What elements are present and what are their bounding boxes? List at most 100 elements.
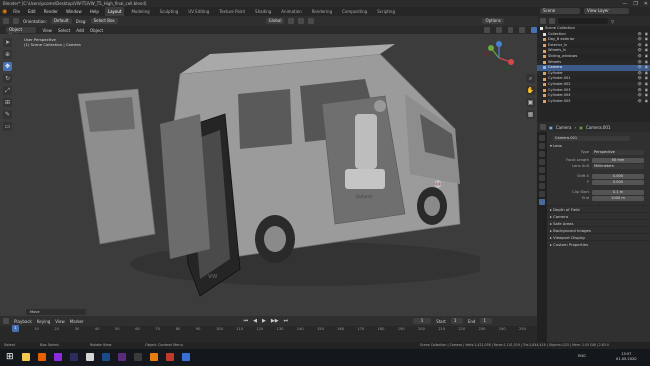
play-icon[interactable]: ▶ [262,318,266,324]
lens-unit-dropdown[interactable]: Millimeters [592,163,644,169]
workspace-tab-texture-paint[interactable]: Texture Paint [216,7,248,16]
media-encoder-icon[interactable] [118,353,126,361]
menu-view[interactable]: View [42,28,52,33]
annotate-tool-icon[interactable]: ✎ [3,110,12,119]
constraint-tab-icon[interactable] [539,191,545,197]
firefox-icon[interactable] [38,353,46,361]
collapsed-panel[interactable]: ▸ Custom Properties [547,240,650,247]
start-frame-field[interactable]: 1 [450,318,463,324]
after-effects-icon[interactable] [70,353,78,361]
output-tab-icon[interactable] [539,151,545,157]
last-operator-panel[interactable]: Move [26,309,86,315]
next-key-icon[interactable]: ▶▶ [271,318,279,324]
workspace-tab-layout[interactable]: Layout [104,7,125,16]
ortho-toggle-icon[interactable]: ▦ [526,110,535,119]
menu-select[interactable]: Select [58,28,70,33]
editor-type-icon[interactable] [3,18,9,24]
menu-help[interactable]: Help [88,7,101,16]
minimize-button[interactable]: — [622,1,627,7]
camera-data-tab-icon[interactable] [539,199,545,205]
mode-dropdown[interactable]: Object Mode [6,27,37,38]
end-frame-field[interactable]: 1 [480,318,493,324]
ps-alt-icon[interactable] [166,353,174,361]
workspace-tab-rendering[interactable]: Rendering [309,7,335,16]
outliner-item[interactable]: Cylinder.005 👁 ▣ [537,99,650,105]
xray-icon[interactable] [519,27,526,33]
collapsed-panel[interactable]: ▸ Viewport Display [547,233,650,240]
cursor-tool-icon[interactable]: ➤ [3,38,12,47]
camera-view-icon[interactable]: ▣ [526,98,535,107]
collapsed-panel[interactable]: ▸ Safe Areas [547,219,650,226]
maximize-button[interactable]: ❐ [633,1,637,7]
premiere-icon[interactable] [54,353,62,361]
drag-dropdown[interactable]: Select Box [90,18,118,24]
menu-playback[interactable]: Playback [14,319,32,324]
render-tab-icon[interactable] [539,143,545,149]
collapsed-panel[interactable]: ▸ Camera [547,212,650,219]
menu-add[interactable]: Add [76,28,84,33]
blender-taskbar-icon[interactable] [150,353,158,361]
visibility-icon[interactable] [483,27,490,33]
rotate-tool-icon[interactable]: ↻ [3,74,12,83]
snap-icon[interactable] [298,18,305,24]
clip-start-field[interactable]: 0.1 m [592,189,644,195]
menu-marker[interactable]: Marker [70,319,84,324]
workspace-tab-shading[interactable]: Shading [252,7,274,16]
clip-end-field[interactable]: 1000 m [592,195,644,201]
properties-editor-icon[interactable] [540,124,546,130]
shift-x-field[interactable]: 0.000 [592,173,644,179]
notepad-icon[interactable] [86,353,94,361]
playhead[interactable]: 1 [12,325,19,332]
move-tool-icon[interactable]: ✥ [3,62,12,71]
object-tab-icon[interactable] [539,183,545,189]
language-indicator[interactable]: ENG [578,354,586,358]
jump-start-icon[interactable]: ⏮ [244,318,249,324]
workspace-tab-animation[interactable]: Animation [278,7,304,16]
display-mode-icon[interactable] [549,18,555,24]
pan-icon[interactable]: ✋ [526,86,535,95]
filter-icon[interactable]: ▽ [611,19,614,24]
visibility-eye-icon[interactable]: 👁 [637,99,641,105]
vw-icon[interactable] [182,353,190,361]
menu-file[interactable]: File [11,7,22,16]
type-dropdown[interactable]: Perspective [592,149,644,155]
world-tab-icon[interactable] [539,175,545,181]
orientation-dropdown[interactable]: Default [50,18,72,24]
scale-tool-icon[interactable]: ⤢ [3,86,12,95]
outliner-editor-icon[interactable] [540,18,546,24]
transform-orientation-dropdown[interactable]: Global [265,18,285,24]
options-dropdown[interactable]: Options [482,18,504,24]
tool-tab-icon[interactable] [539,135,545,141]
proportional-edit-icon[interactable] [308,18,315,24]
scene-dropdown[interactable]: Scene [540,8,580,14]
explorer-icon[interactable] [22,353,30,361]
view-layer-tab-icon[interactable] [539,159,545,165]
outliner-search-input[interactable] [558,18,608,24]
workspace-tab-modeling[interactable]: Modeling [128,7,152,16]
zoom-icon[interactable]: ⌕ [526,74,535,83]
workspace-tab-sculpting[interactable]: Sculpting [157,7,182,16]
overlay-toggle-icon[interactable] [507,27,514,33]
pivot-icon[interactable] [288,18,295,24]
focal-length-field[interactable]: 50 mm [592,157,644,163]
navigation-gizmo-icon[interactable] [481,40,517,76]
collapsed-panel[interactable]: ▸ Depth of Field [547,205,650,212]
menu-timeline-view[interactable]: View [55,319,65,324]
menu-object[interactable]: Object [90,28,103,33]
jump-end-icon[interactable]: ⏭ [284,318,289,324]
gizmo-toggle-icon[interactable] [495,27,502,33]
current-frame-field[interactable]: 1 [413,318,432,324]
scene-tab-icon[interactable] [539,167,545,173]
workspace-tab-scripting[interactable]: Scripting [374,7,398,16]
photoshop-icon[interactable] [102,353,110,361]
render-toggle-icon[interactable]: ▣ [645,99,648,105]
camera-data-field[interactable]: Camera.001 [553,135,630,141]
menu-window[interactable]: Window [64,7,84,16]
view-layer-dropdown[interactable]: View Layer [584,8,629,14]
menu-render[interactable]: Render [42,7,60,16]
menu-edit[interactable]: Edit [26,7,38,16]
windows-start-icon[interactable]: ⊞ [6,352,14,362]
timeline-editor-icon[interactable] [3,318,9,324]
transform-tool-icon[interactable]: ⊞ [3,98,12,107]
close-button[interactable]: ✕ [644,1,648,7]
